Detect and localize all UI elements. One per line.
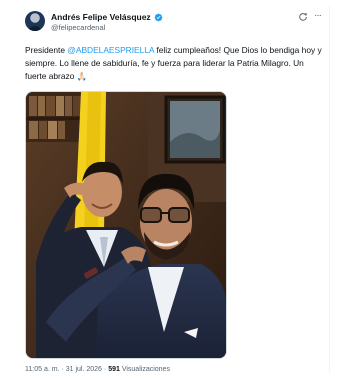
photo-illustration (26, 92, 226, 358)
author-avatar[interactable] (25, 11, 45, 31)
page: Andrés Felipe Velásquez @felipecardenal … (0, 0, 350, 378)
tweet-photo[interactable] (25, 91, 227, 359)
author-display-name[interactable]: Andrés Felipe Velásquez (51, 12, 151, 22)
tweet-meta: 11:05 a. m. · 31 jul. 2026 · 591 Visuali… (25, 366, 170, 373)
grok-icon[interactable] (298, 12, 308, 22)
tweet-date[interactable]: 31 jul. 2026 (66, 366, 102, 373)
views-label: Visualizaciones (119, 366, 170, 373)
author-name-row: Andrés Felipe Velásquez (51, 12, 163, 22)
verified-badge-icon (154, 13, 163, 21)
mention-link[interactable]: @ABDELAESPRIELLA (67, 45, 154, 55)
tweet-text-prefix: Presidente (25, 45, 68, 55)
author-handle[interactable]: @felipecardenal (51, 23, 105, 32)
tweet-text: Presidente @ABDELAESPRIELLA feliz cumple… (25, 44, 325, 83)
more-options-icon[interactable]: ··· (314, 11, 326, 22)
tweet-card[interactable]: Andrés Felipe Velásquez @felipecardenal … (18, 6, 330, 373)
views-count: 591 (108, 366, 120, 373)
tweet-time[interactable]: 11:05 a. m. (25, 366, 60, 373)
